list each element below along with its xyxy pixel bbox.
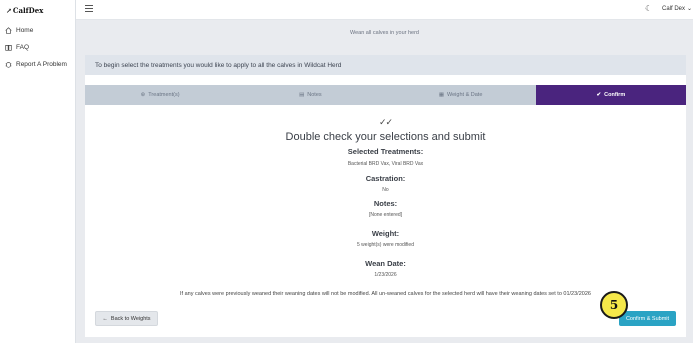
- notes-icon: ▤: [299, 92, 305, 98]
- check-icon: ✔: [596, 92, 602, 98]
- wean-date-title: Wean Date:: [365, 259, 406, 268]
- hamburger-menu-icon[interactable]: [85, 5, 93, 13]
- calendar-icon: ▦: [438, 92, 445, 98]
- logo-text: CalfDex: [12, 5, 44, 15]
- sidebar-item-faq[interactable]: FAQ: [0, 39, 75, 56]
- sidebar-item-home[interactable]: Home: [0, 22, 75, 39]
- user-menu[interactable]: Calf Dex ⌄: [662, 5, 693, 13]
- step-number-marker: 5: [600, 291, 628, 319]
- weaning-notice: If any calves were previously weaned the…: [180, 291, 591, 297]
- home-icon: [4, 27, 13, 34]
- sidebar-item-label: Home: [16, 27, 34, 34]
- notes-title: Notes:: [373, 199, 398, 208]
- app-logo[interactable]: ↗ CalfDex: [0, 0, 75, 20]
- treatments-value: Bacterial BRD Vax, Viral BRD Vax: [347, 161, 424, 167]
- step-label: Treatment(s): [148, 92, 180, 98]
- step-treatments[interactable]: ⊛ Treatment(s): [85, 85, 236, 105]
- treatment-icon: ⊛: [140, 92, 146, 98]
- confirm-submit-button[interactable]: Confirm & Submit: [619, 311, 676, 326]
- step-notes[interactable]: ▤ Notes: [235, 85, 386, 105]
- step-confirm[interactable]: ✔ Confirm: [535, 85, 686, 105]
- treatments-title: Selected Treatments:: [347, 147, 424, 156]
- step-label: Notes: [307, 92, 322, 98]
- bug-icon: [4, 61, 13, 68]
- book-icon: [4, 44, 13, 51]
- chevron-down-icon: ⌄: [687, 6, 693, 12]
- page-subtitle: Wean all calves in your herd: [350, 30, 419, 36]
- notes-value: [None entered]: [368, 212, 403, 218]
- weight-value: 5 weight(s) were modified: [357, 242, 414, 248]
- sidebar-item-label: FAQ: [16, 44, 30, 51]
- back-button-label: Back to Weights: [110, 315, 151, 322]
- sidebar-item-report-problem[interactable]: Report A Problem: [0, 56, 75, 73]
- castration-title: Castration:: [365, 174, 406, 183]
- sidebar-item-label: Report A Problem: [16, 61, 67, 68]
- double-check-icon: ✓✓: [378, 117, 393, 127]
- castration-value: No: [382, 187, 389, 193]
- logo-mark-icon: ↗: [6, 5, 12, 15]
- user-name: Calf Dex: [662, 5, 686, 12]
- submit-button-label: Confirm & Submit: [625, 315, 670, 322]
- back-to-weights-button[interactable]: ← Back to Weights: [95, 311, 158, 326]
- sidebar: ↗ CalfDex Home FAQ Report A Problem: [0, 0, 76, 343]
- top-bar: ☾ Calf Dex ⌄: [76, 0, 693, 20]
- wean-date-value: 1/23/2026: [374, 272, 397, 278]
- step-label: Weight & Date: [447, 92, 483, 98]
- moon-icon[interactable]: ☾: [645, 4, 654, 13]
- confirm-heading: Double check your selections and submit: [285, 131, 486, 143]
- step-label: Confirm: [604, 92, 626, 98]
- arrow-left-icon: ←: [102, 315, 108, 322]
- instruction-banner: To begin select the treatments you would…: [85, 55, 686, 75]
- wizard-steps: ⊛ Treatment(s) ▤ Notes ▦ Weight & Date ✔…: [85, 85, 686, 105]
- step-weight-date[interactable]: ▦ Weight & Date: [385, 85, 536, 105]
- weight-title: Weight:: [371, 229, 400, 238]
